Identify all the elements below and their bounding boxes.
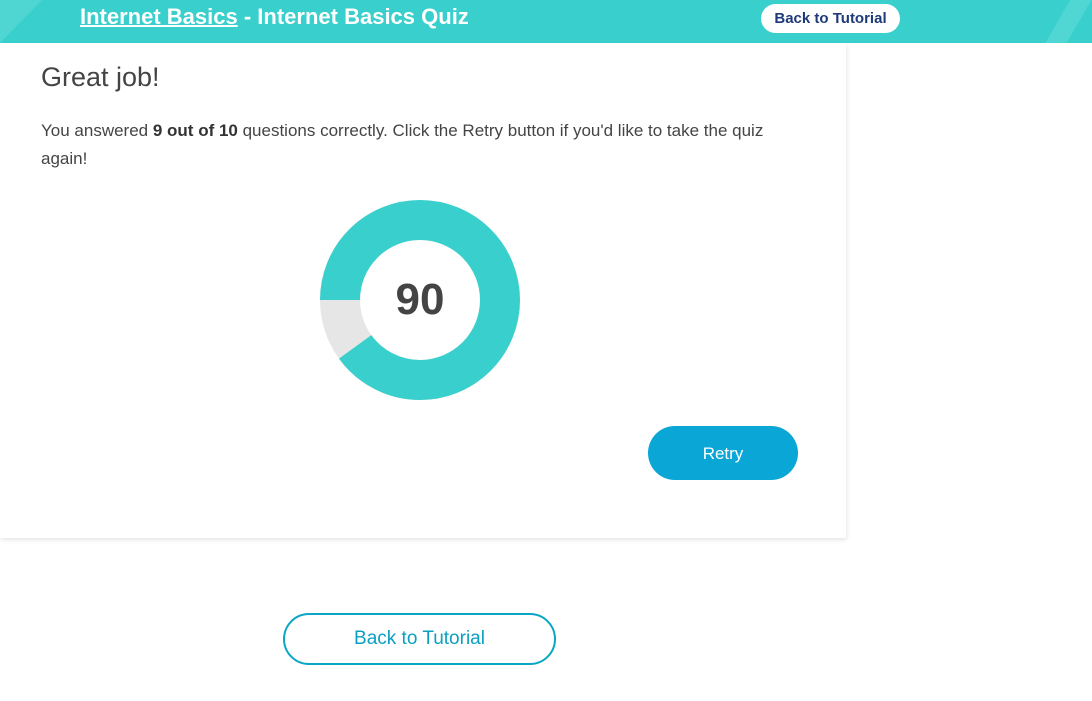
header-back-to-tutorial-button[interactable]: Back to Tutorial [761, 4, 900, 33]
result-score-text: 9 out of 10 [152, 121, 238, 140]
quiz-title: Internet Basics Quiz [257, 4, 469, 29]
title-separator: - [237, 4, 258, 29]
result-text-before: You answered [41, 121, 153, 140]
result-message: You answered 9 out of 10 questions corre… [41, 117, 811, 173]
header-title: Internet Basics - Internet Basics Quiz [80, 4, 469, 30]
score-value: 90 [395, 275, 445, 324]
back-to-tutorial-button[interactable]: Back to Tutorial [283, 613, 556, 665]
retry-button[interactable]: Retry [648, 426, 798, 480]
top-header: Internet Basics - Internet Basics Quiz B… [0, 0, 1092, 43]
result-heading: Great job! [41, 62, 160, 92]
header-decoration-right [1032, 0, 1092, 43]
score-donut-chart: 90 [318, 198, 522, 402]
course-link[interactable]: Internet Basics [80, 4, 238, 29]
header-decoration-left [0, 0, 42, 43]
quiz-result-card: Great job! You answered 9 out of 10 ques… [0, 43, 846, 538]
